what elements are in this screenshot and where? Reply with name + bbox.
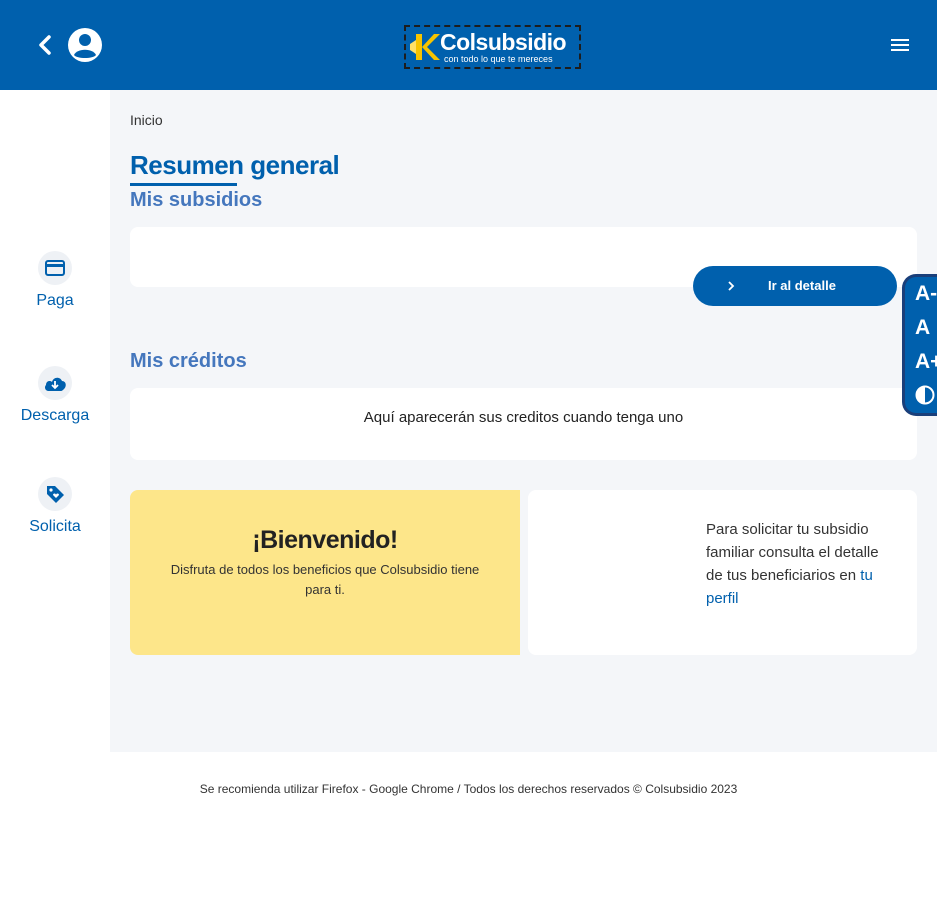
main-content: Inicio Resumen general Mis subsidios Ir … <box>110 90 937 752</box>
sidebar: Paga Descarga Solicita <box>0 90 110 752</box>
credit-card-icon <box>38 251 72 285</box>
reset-font-button[interactable]: A <box>915 317 930 339</box>
decrease-font-button[interactable]: A- <box>915 283 937 305</box>
logo-tagline: con todo lo que te mereces <box>444 54 553 64</box>
colsubsidio-logo[interactable]: Colsubsidio con todo lo que te mereces <box>404 25 581 69</box>
contrast-toggle[interactable] <box>915 385 935 410</box>
tag-icon <box>38 477 72 511</box>
top-bar: Colsubsidio con todo lo que te mereces <box>0 0 937 90</box>
back-button[interactable] <box>30 30 60 60</box>
contrast-icon <box>915 385 935 405</box>
account-circle-icon <box>68 28 102 62</box>
cloud-download-icon <box>38 366 72 400</box>
logo-name: Colsubsidio <box>440 29 567 55</box>
sidebar-item-solicita[interactable]: Solicita <box>0 477 110 536</box>
logo-mark-icon <box>410 34 440 60</box>
user-profile-button[interactable] <box>67 27 103 63</box>
breadcrumb[interactable]: Inicio <box>130 112 163 128</box>
chevron-right-icon <box>728 281 735 291</box>
increase-font-button[interactable]: A+ <box>915 351 937 373</box>
creditos-card: Aquí aparecerán sus creditos cuando teng… <box>130 388 917 460</box>
footer: Se recomienda utilizar Firefox - Google … <box>199 782 738 796</box>
info-text: Para solicitar tu subsidio familiar cons… <box>706 518 896 610</box>
title-underline <box>130 183 237 186</box>
sidebar-item-descarga[interactable]: Descarga <box>0 366 110 425</box>
menu-button[interactable] <box>886 32 914 58</box>
back-arrow-icon <box>39 35 51 55</box>
hamburger-menu-icon <box>891 39 909 51</box>
welcome-text: Disfruta de todos los beneficios que Col… <box>170 562 480 597</box>
info-message: Para solicitar tu subsidio familiar cons… <box>706 521 879 584</box>
accessibility-panel: A- A A+ <box>902 274 937 416</box>
sidebar-item-label: Solicita <box>29 518 81 535</box>
sidebar-item-label: Descarga <box>20 407 90 424</box>
detail-button[interactable]: Ir al detalle <box>693 266 897 306</box>
sidebar-item-paga[interactable]: Paga <box>0 251 110 310</box>
welcome-title: ¡Bienvenido! <box>252 526 398 554</box>
page-title: Resumen general <box>130 150 340 180</box>
creditos-empty-message: Aquí aparecerán sus creditos cuando teng… <box>363 409 684 426</box>
info-card: Para solicitar tu subsidio familiar cons… <box>528 490 917 655</box>
detail-button-label: Ir al detalle <box>768 278 836 293</box>
creditos-section-title: Mis créditos <box>130 350 247 372</box>
subsidios-section-title: Mis subsidios <box>130 189 263 211</box>
welcome-banner: ¡Bienvenido! Disfruta de todos los benef… <box>130 490 520 655</box>
sidebar-item-label: Paga <box>36 292 74 309</box>
